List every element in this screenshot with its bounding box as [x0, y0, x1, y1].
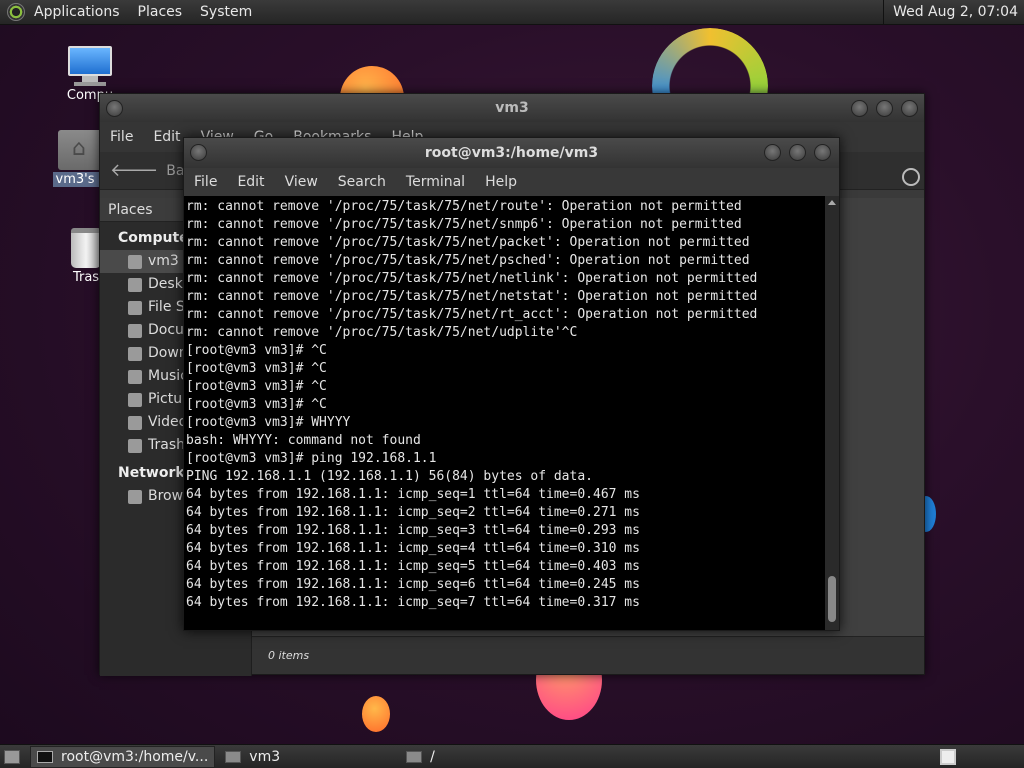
music-folder-icon	[128, 369, 142, 384]
terminal-line: rm: cannot remove '/proc/75/task/75/net/…	[186, 307, 758, 322]
drive-icon	[128, 300, 142, 315]
terminal-line: [root@vm3 vm3]# ^C	[186, 361, 327, 376]
sidebar-item-label: Trash	[148, 437, 185, 453]
maximize-icon[interactable]	[789, 144, 806, 161]
scrollbar-thumb[interactable]	[828, 576, 836, 622]
taskbar-item-root-folder[interactable]: /	[400, 746, 441, 768]
downloads-folder-icon	[128, 346, 142, 361]
terminal-line: [root@vm3 vm3]# WHYYY	[186, 415, 351, 430]
terminal-menubar: File Edit View Search Terminal Help	[184, 168, 839, 196]
terminal-line: 64 bytes from 192.168.1.1: icmp_seq=3 tt…	[186, 523, 640, 538]
terminal-line: rm: cannot remove '/proc/75/task/75/net/…	[186, 289, 758, 304]
taskbar-item-file-manager[interactable]: vm3	[219, 746, 286, 768]
minimize-icon[interactable]	[851, 100, 868, 117]
terminal-line: 64 bytes from 192.168.1.1: icmp_seq=5 tt…	[186, 559, 640, 574]
home-icon	[128, 254, 142, 269]
status-bar: 0 items	[252, 636, 924, 674]
terminal-line: rm: cannot remove '/proc/75/task/75/net/…	[186, 271, 758, 286]
menu-terminal[interactable]: Terminal	[396, 174, 475, 190]
terminal-line: 64 bytes from 192.168.1.1: icmp_seq=7 tt…	[186, 595, 640, 610]
mate-logo-icon[interactable]	[7, 3, 25, 21]
terminal-line: 64 bytes from 192.168.1.1: icmp_seq=6 tt…	[186, 577, 640, 592]
window-menu-icon[interactable]	[106, 100, 123, 117]
show-desktop-icon[interactable]	[4, 749, 20, 764]
terminal-output[interactable]: rm: cannot remove '/proc/75/task/75/net/…	[184, 196, 826, 630]
window-title: vm3	[495, 100, 529, 116]
taskbar-item-label: /	[430, 748, 435, 765]
menu-help[interactable]: Help	[475, 174, 527, 190]
menu-file[interactable]: File	[100, 129, 143, 145]
scroll-up-icon[interactable]	[828, 200, 836, 205]
taskbar-item-label: root@vm3:/home/v...	[61, 748, 209, 765]
maximize-icon[interactable]	[876, 100, 893, 117]
menu-search[interactable]: Search	[328, 174, 396, 190]
terminal-line: PING 192.168.1.1 (192.168.1.1) 56(84) by…	[186, 469, 593, 484]
terminal-line: rm: cannot remove '/proc/75/task/75/net/…	[186, 199, 742, 214]
terminal-window: root@vm3:/home/vm3 File Edit View Search…	[183, 137, 840, 631]
system-menu[interactable]: System	[191, 0, 261, 25]
trash-icon	[128, 438, 142, 453]
file-manager-titlebar[interactable]: vm3	[100, 94, 924, 122]
places-menu[interactable]: Places	[129, 0, 192, 25]
desktop-icon-label: Tras	[72, 270, 100, 285]
terminal-line: [root@vm3 vm3]# ^C	[186, 343, 327, 358]
terminal-line: [root@vm3 vm3]# ^C	[186, 397, 327, 412]
menu-file[interactable]: File	[184, 174, 227, 190]
bottom-panel: root@vm3:/home/v... vm3 /	[0, 744, 1024, 768]
terminal-scrollbar[interactable]	[825, 196, 839, 630]
back-arrow-icon: 🡐	[110, 160, 159, 181]
window-menu-icon[interactable]	[190, 144, 207, 161]
workspace-switcher[interactable]	[940, 749, 956, 765]
documents-folder-icon	[128, 323, 142, 338]
terminal-line: [root@vm3 vm3]# ^C	[186, 379, 327, 394]
wallpaper-blob	[362, 696, 390, 732]
pictures-folder-icon	[128, 392, 142, 407]
folder-icon	[225, 750, 242, 763]
sidebar-item-label: Music	[148, 368, 188, 384]
menu-view[interactable]: View	[275, 174, 328, 190]
desktop-icon	[128, 277, 142, 292]
terminal-line: rm: cannot remove '/proc/75/task/75/net/…	[186, 235, 750, 250]
computer-icon	[66, 46, 114, 86]
sidebar-item-label: vm3	[148, 253, 179, 269]
terminal-line: [root@vm3 vm3]# ping 192.168.1.1	[186, 451, 437, 466]
menu-edit[interactable]: Edit	[227, 174, 274, 190]
top-panel: Applications Places System Wed Aug 2, 07…	[0, 0, 1024, 25]
terminal-line: rm: cannot remove '/proc/75/task/75/net/…	[186, 325, 578, 340]
terminal-line: bash: WHYYY: command not found	[186, 433, 421, 448]
network-icon	[128, 489, 142, 504]
folder-icon	[406, 750, 423, 763]
window-title: root@vm3:/home/vm3	[424, 145, 599, 161]
minimize-icon[interactable]	[764, 144, 781, 161]
videos-folder-icon	[128, 415, 142, 430]
taskbar-item-label: vm3	[249, 748, 281, 765]
reload-icon[interactable]	[902, 168, 920, 186]
terminal-line: 64 bytes from 192.168.1.1: icmp_seq=1 tt…	[186, 487, 640, 502]
applications-menu[interactable]: Applications	[25, 0, 129, 25]
close-icon[interactable]	[814, 144, 831, 161]
terminal-icon	[37, 750, 53, 763]
taskbar-item-terminal[interactable]: root@vm3:/home/v...	[30, 745, 216, 768]
clock[interactable]: Wed Aug 2, 07:04	[883, 0, 1024, 25]
terminal-line: 64 bytes from 192.168.1.1: icmp_seq=2 tt…	[186, 505, 640, 520]
close-icon[interactable]	[901, 100, 918, 117]
terminal-titlebar[interactable]: root@vm3:/home/vm3	[184, 138, 839, 168]
trash-icon	[71, 228, 101, 268]
terminal-line: rm: cannot remove '/proc/75/task/75/net/…	[186, 217, 742, 232]
terminal-line: rm: cannot remove '/proc/75/task/75/net/…	[186, 253, 750, 268]
terminal-line: 64 bytes from 192.168.1.1: icmp_seq=4 tt…	[186, 541, 640, 556]
